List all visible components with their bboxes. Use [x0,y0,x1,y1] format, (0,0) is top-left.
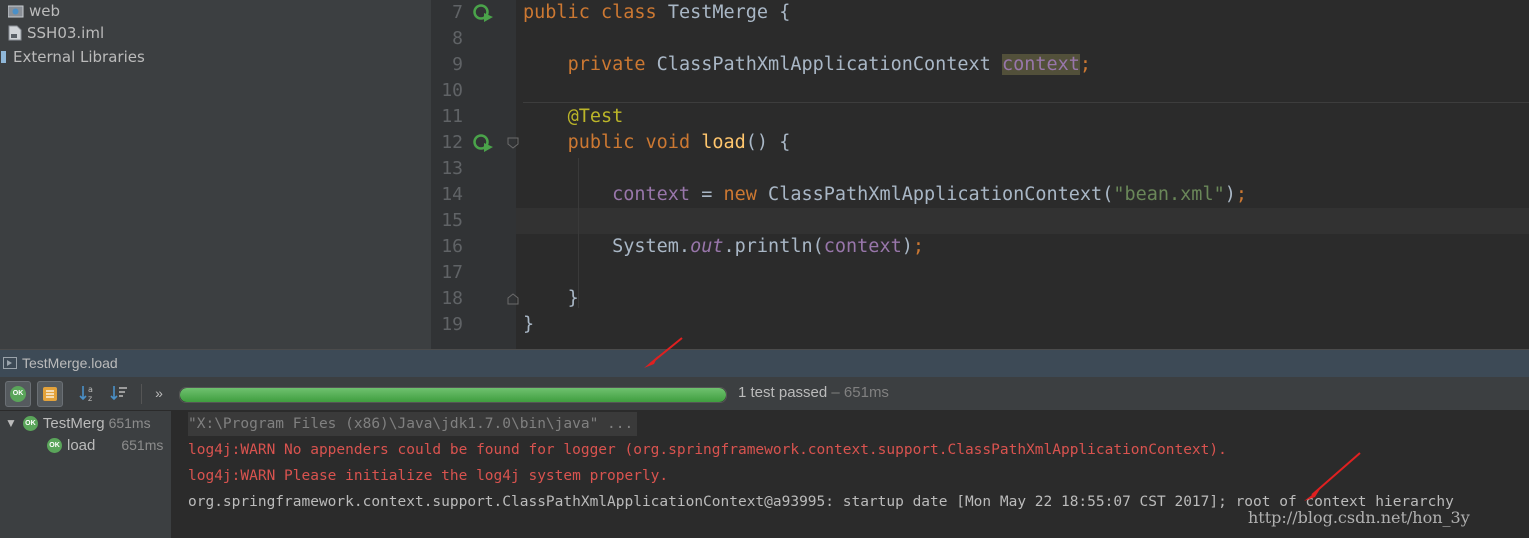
line-number: 9 [452,54,463,75]
current-line-highlight [516,208,1529,234]
test-time: 651ms [121,437,164,453]
more-actions-button[interactable]: » [147,381,171,405]
sort-by-duration-button[interactable] [107,381,131,405]
code-line-11: @Test [567,106,624,127]
test-name: TestMerg [42,414,105,432]
run-config-title[interactable]: TestMerge.load [22,355,118,371]
code-line-7: public class TestMerge { [523,2,791,23]
code-line-14: context = new ClassPathXmlApplicationCon… [612,184,1248,205]
tree-item-external-libraries[interactable]: External Libraries [0,46,145,68]
code-line-19: } [523,314,535,335]
code-line-16: System.out.println(context); [612,236,924,257]
tree-item-iml[interactable]: SSH03.iml [8,22,104,44]
code-line-12: public void load() { [567,132,791,153]
annotation-arrow-icon [1304,452,1361,501]
line-number: 18 [441,288,463,309]
run-test-icon[interactable] [472,3,494,23]
progress-fill [180,388,726,402]
run-config-icon [3,357,17,369]
module-file-icon [8,25,22,41]
test-method-node[interactable]: OK load 651ms [47,434,163,456]
expand-arrow-icon[interactable]: ▼ [5,416,17,430]
sort-alphabetically-button[interactable]: az [76,381,100,405]
test-class-node[interactable]: ▼ OK TestMerg 651ms [5,412,151,434]
toolbar-separator [141,384,142,404]
test-status-time: – 651ms [827,384,889,401]
sort-duration-icon [110,386,127,401]
method-separator [523,102,1529,103]
line-number: 13 [441,158,463,179]
test-time: 651ms [108,415,151,431]
ignored-tests-icon [43,387,57,401]
run-panel-header: TestMerge.load [0,349,1529,377]
code-line-9: private ClassPathXmlApplicationContext c… [567,54,1092,75]
line-number: 12 [441,132,463,153]
fold-icon[interactable] [507,293,519,305]
test-name: load [67,436,96,454]
svg-text:z: z [88,394,92,403]
ok-icon: OK [22,415,38,431]
tree-item-label: web [29,2,61,20]
line-number: 7 [452,2,463,23]
ok-icon: OK [10,386,26,402]
line-number: 11 [441,106,463,127]
code-line-18: } [567,288,579,309]
library-icon [1,51,6,63]
sort-alpha-icon: az [79,385,93,403]
line-number: 17 [441,262,463,283]
line-number: 15 [441,210,463,231]
line-number: 19 [441,314,463,335]
test-status: 1 test passed – 651ms [738,384,889,401]
show-passed-button[interactable]: OK [5,381,31,407]
test-status-text: 1 test passed [738,384,828,401]
watermark: http://blog.csdn.net/hon_3y [1248,508,1470,527]
line-number: 8 [452,28,463,49]
console-line: log4j:WARN No appenders could be found f… [188,442,1227,458]
chevron-right-icon: » [155,385,163,401]
line-number: 16 [441,236,463,257]
svg-text:a: a [88,385,93,394]
console-line: "X:\Program Files (x86)\Java\jdk1.7.0\bi… [188,412,638,436]
ok-icon: OK [47,437,62,453]
tree-item-label: SSH03.iml [27,24,105,42]
test-progress-bar [179,387,727,403]
line-number: 14 [441,184,463,205]
tree-item-label: External Libraries [13,48,145,66]
show-ignored-button[interactable] [37,381,63,407]
annotation-arrow-icon [644,337,683,368]
line-number: 10 [441,80,463,101]
folder-icon [8,5,24,18]
console-line: log4j:WARN Please initialize the log4j s… [188,468,669,484]
run-test-icon[interactable] [472,133,494,153]
fold-icon[interactable] [507,137,519,149]
tree-item-web[interactable]: web [8,0,60,22]
